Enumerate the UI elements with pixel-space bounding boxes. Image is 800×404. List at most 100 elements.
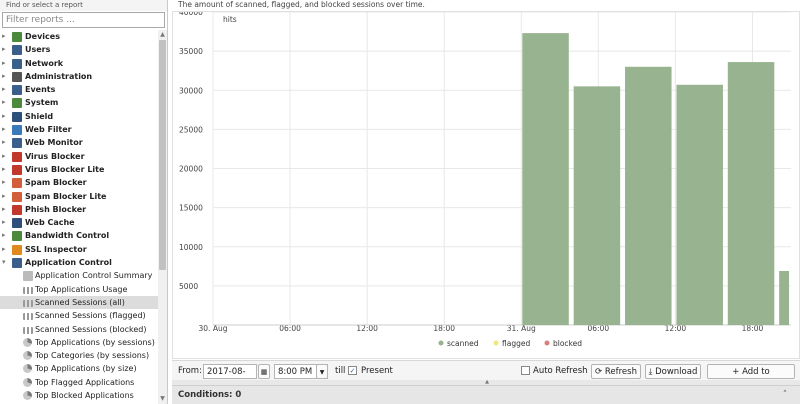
chart-bar-scanned[interactable]	[676, 84, 723, 326]
chevron-right-icon[interactable]: ▸	[2, 110, 10, 123]
sidebar-scrollbar[interactable]: ▲ ▼	[158, 30, 167, 404]
report-item[interactable]: Top Blocked Applications	[0, 389, 158, 402]
legend-marker-scanned	[438, 340, 444, 346]
chevron-right-icon[interactable]: ▸	[2, 123, 10, 136]
chevron-right-icon[interactable]: ▸	[2, 150, 10, 163]
sidebar-header: Find or select a report	[0, 0, 167, 11]
sidebar-item-administration[interactable]: ▸ Administration	[0, 70, 158, 83]
chart-bar-scanned[interactable]	[779, 271, 789, 325]
y-tick-label: 25000	[179, 125, 203, 134]
chevron-down-icon[interactable]: ▾	[2, 256, 10, 269]
sidebar-item-label: Administration	[25, 71, 93, 81]
from-time-value: 8:00 PM	[278, 367, 313, 377]
legend-marker-flagged	[493, 340, 499, 346]
chevron-right-icon[interactable]: ▸	[2, 30, 10, 43]
download-button[interactable]: ⤓ Download	[645, 364, 701, 379]
sidebar-item-ssl-inspector[interactable]: ▸ SSL Inspector	[0, 243, 158, 256]
chart-bar-scanned[interactable]	[625, 66, 672, 326]
report-item[interactable]: Scanned Sessions (blocked)	[0, 323, 158, 336]
report-item[interactable]: Top Categories (by sessions)	[0, 349, 158, 362]
report-item-label: Top Applications Usage	[35, 284, 128, 294]
web-monitor-icon	[12, 138, 22, 149]
scrollbar-thumb[interactable]	[159, 40, 166, 270]
report-item[interactable]: Scanned Sessions (all)	[0, 295, 158, 310]
sidebar-item-bandwidth-control[interactable]: ▸ Bandwidth Control	[0, 229, 158, 242]
refresh-label: Refresh	[604, 367, 637, 377]
sidebar-item-label: System	[25, 98, 59, 108]
report-item[interactable]: Scanned Sessions (flagged)	[0, 309, 158, 322]
sidebar-item-label: Virus Blocker Lite	[25, 164, 105, 174]
chevron-right-icon[interactable]: ▸	[2, 190, 10, 203]
legend-label-flagged[interactable]: flagged	[502, 339, 530, 348]
report-item[interactable]: Application Control Summary	[0, 269, 158, 282]
chevron-right-icon[interactable]: ▸	[2, 176, 10, 189]
add-icon: +	[732, 367, 740, 377]
sidebar-item-shield[interactable]: ▸ Shield	[0, 110, 158, 123]
pie-chart-icon	[23, 351, 32, 361]
sidebar-item-events[interactable]: ▸ Events	[0, 83, 158, 96]
download-label: Download	[655, 367, 698, 377]
sidebar-item-label: Events	[25, 85, 56, 95]
chevron-right-icon[interactable]: ▸	[2, 203, 10, 216]
sidebar-item-phish-blocker[interactable]: ▸ Phish Blocker	[0, 203, 158, 216]
sidebar-item-label: Bandwidth Control	[25, 231, 110, 241]
add-to-dashboard-button[interactable]: + Add to Dashboard	[707, 364, 795, 392]
chart-bar-scanned[interactable]	[573, 86, 621, 326]
till-label: till	[335, 366, 346, 376]
chevron-right-icon[interactable]: ▸	[2, 136, 10, 149]
legend-marker-blocked	[544, 340, 550, 346]
sidebar-item-web-filter[interactable]: ▸ Web Filter	[0, 123, 158, 136]
web-cache-icon	[12, 218, 22, 229]
chart-bar-scanned[interactable]	[727, 62, 775, 326]
collapse-icon[interactable]: ˄	[778, 388, 792, 402]
present-checkbox[interactable]: ✓	[348, 366, 357, 375]
report-item[interactable]: Top Applications (by sessions)	[0, 336, 158, 349]
sidebar-item-application-control[interactable]: ▾ Application Control	[0, 256, 158, 269]
chevron-right-icon[interactable]: ▸	[2, 57, 10, 70]
legend-label-scanned[interactable]: scanned	[447, 339, 479, 348]
report-item[interactable]: Top Applications (by size)	[0, 362, 158, 375]
from-date-field[interactable]: 2017-08-30	[203, 364, 257, 392]
sidebar-item-spam-blocker[interactable]: ▸ Spam Blocker	[0, 176, 158, 189]
chevron-right-icon[interactable]: ▸	[2, 229, 10, 242]
scroll-down-icon[interactable]: ▼	[159, 395, 166, 403]
report-item[interactable]: Top Applications Usage	[0, 283, 158, 296]
report-item-label: Top Applications (by sessions)	[35, 337, 155, 347]
sessions-chart: 5000100001500020000250003000035000400003…	[179, 12, 791, 348]
sidebar-item-users[interactable]: ▸ Users	[0, 43, 158, 56]
chevron-right-icon[interactable]: ▸	[2, 83, 10, 96]
report-tree: ▸ Devices ▸ Users ▸ Network ▸ Administration ▸ Ev…	[0, 30, 158, 404]
filter-reports-input[interactable]	[2, 12, 165, 28]
auto-refresh-checkbox[interactable]	[521, 366, 530, 375]
chart-bar-scanned[interactable]	[522, 33, 569, 325]
sidebar-item-spam-blocker-lite[interactable]: ▸ Spam Blocker Lite	[0, 190, 158, 203]
summary-icon	[23, 271, 33, 282]
scroll-up-icon[interactable]: ▲	[159, 31, 166, 39]
chevron-right-icon[interactable]: ▸	[2, 243, 10, 256]
sidebar-item-virus-blocker-lite[interactable]: ▸ Virus Blocker Lite	[0, 163, 158, 176]
sidebar-item-label: SSL Inspector	[25, 244, 87, 254]
bar-chart-icon	[23, 313, 33, 321]
calendar-icon[interactable]: ▦	[258, 364, 270, 379]
refresh-button[interactable]: ⟳ Refresh	[591, 364, 641, 379]
sidebar-item-system[interactable]: ▸ System	[0, 96, 158, 109]
sidebar-item-virus-blocker[interactable]: ▸ Virus Blocker	[0, 150, 158, 163]
conditions-panel[interactable]: Conditions: 0 ˄	[172, 385, 800, 404]
chevron-right-icon[interactable]: ▸	[2, 70, 10, 83]
application-control-icon	[12, 258, 22, 269]
chevron-right-icon[interactable]: ▸	[2, 96, 10, 109]
sidebar-item-web-monitor[interactable]: ▸ Web Monitor	[0, 136, 158, 149]
report-toolbar: From: 2017-08-30 ▦ 8:00 PM ▼ till ✓ Pres…	[172, 360, 800, 392]
sidebar-item-label: Web Filter	[25, 125, 72, 135]
legend-label-blocked[interactable]: blocked	[553, 339, 582, 348]
report-item[interactable]: Top Flagged Applications	[0, 376, 158, 389]
chevron-right-icon[interactable]: ▸	[2, 163, 10, 176]
sidebar-item-web-cache[interactable]: ▸ Web Cache	[0, 216, 158, 229]
y-axis-label: hits	[223, 15, 237, 24]
sidebar-item-network[interactable]: ▸ Network	[0, 57, 158, 70]
chevron-right-icon[interactable]: ▸	[2, 43, 10, 56]
sidebar-item-devices[interactable]: ▸ Devices	[0, 30, 158, 43]
pie-chart-icon	[23, 364, 32, 374]
chevron-down-icon[interactable]: ▼	[316, 364, 328, 379]
chevron-right-icon[interactable]: ▸	[2, 216, 10, 229]
